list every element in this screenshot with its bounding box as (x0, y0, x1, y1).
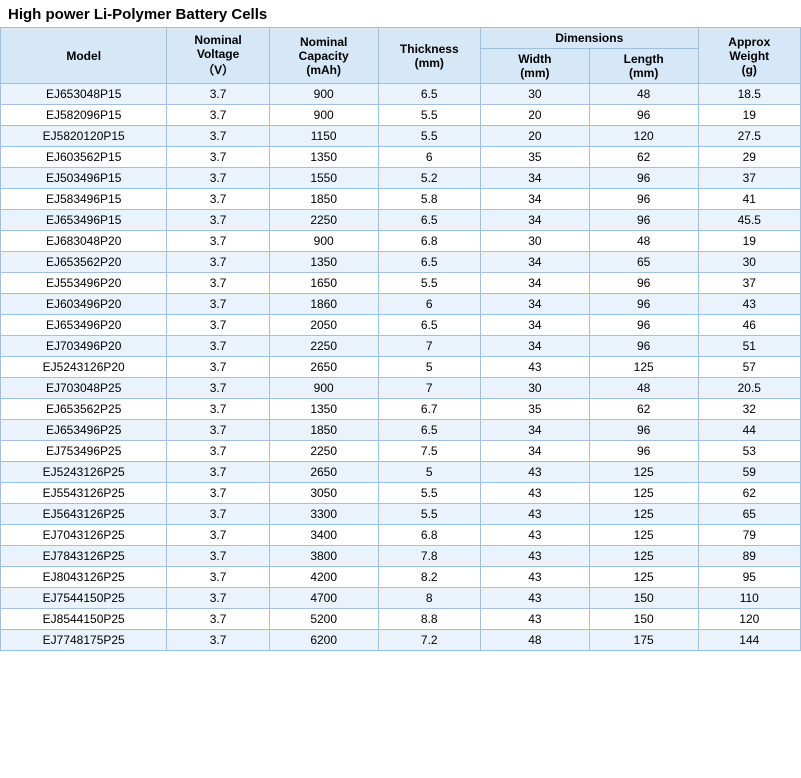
table-row: EJ653496P203.720506.5349646 (1, 315, 801, 336)
page-title: High power Li-Polymer Battery Cells (0, 0, 801, 27)
battery-table: Model Nominal Voltage （V） Nominal Capaci… (0, 27, 801, 651)
table-row: EJ7748175P253.762007.248175144 (1, 630, 801, 651)
table-row: EJ603562P153.713506356229 (1, 147, 801, 168)
table-row: EJ653496P253.718506.5349644 (1, 420, 801, 441)
table-row: EJ7043126P253.734006.84312579 (1, 525, 801, 546)
col-model: Model (1, 28, 167, 84)
table-row: EJ5820120P153.711505.52012027.5 (1, 126, 801, 147)
table-row: EJ603496P203.718606349643 (1, 294, 801, 315)
table-row: EJ582096P153.79005.5209619 (1, 105, 801, 126)
table-row: EJ553496P203.716505.5349637 (1, 273, 801, 294)
table-row: EJ5243126P203.7265054312557 (1, 357, 801, 378)
col-voltage: Nominal Voltage （V） (167, 28, 269, 84)
table-body: EJ653048P153.79006.5304818.5EJ582096P153… (1, 84, 801, 651)
table-row: EJ7544150P253.74700843150110 (1, 588, 801, 609)
table-row: EJ583496P153.718505.8349641 (1, 189, 801, 210)
table-row: EJ703496P203.722507349651 (1, 336, 801, 357)
table-row: EJ5543126P253.730505.54312562 (1, 483, 801, 504)
table-row: EJ653496P153.722506.5349645.5 (1, 210, 801, 231)
table-row: EJ7843126P253.738007.84312589 (1, 546, 801, 567)
table-row: EJ5643126P253.733005.54312565 (1, 504, 801, 525)
table-row: EJ8043126P253.742008.24312595 (1, 567, 801, 588)
table-row: EJ653048P153.79006.5304818.5 (1, 84, 801, 105)
table-row: EJ683048P203.79006.8304819 (1, 231, 801, 252)
col-capacity: Nominal Capacity (mAh) (269, 28, 378, 84)
col-width: Width (mm) (480, 49, 589, 84)
col-thickness: Thickness (mm) (378, 28, 480, 84)
table-row: EJ5243126P253.7265054312559 (1, 462, 801, 483)
table-row: EJ753496P253.722507.5349653 (1, 441, 801, 462)
table-row: EJ703048P253.79007304820.5 (1, 378, 801, 399)
col-dimensions: Dimensions (480, 28, 698, 49)
col-length: Length (mm) (589, 49, 698, 84)
table-row: EJ653562P253.713506.7356232 (1, 399, 801, 420)
table-row: EJ653562P203.713506.5346530 (1, 252, 801, 273)
col-weight: Approx Weight (g) (698, 28, 800, 84)
table-row: EJ503496P153.715505.2349637 (1, 168, 801, 189)
table-row: EJ8544150P253.752008.843150120 (1, 609, 801, 630)
